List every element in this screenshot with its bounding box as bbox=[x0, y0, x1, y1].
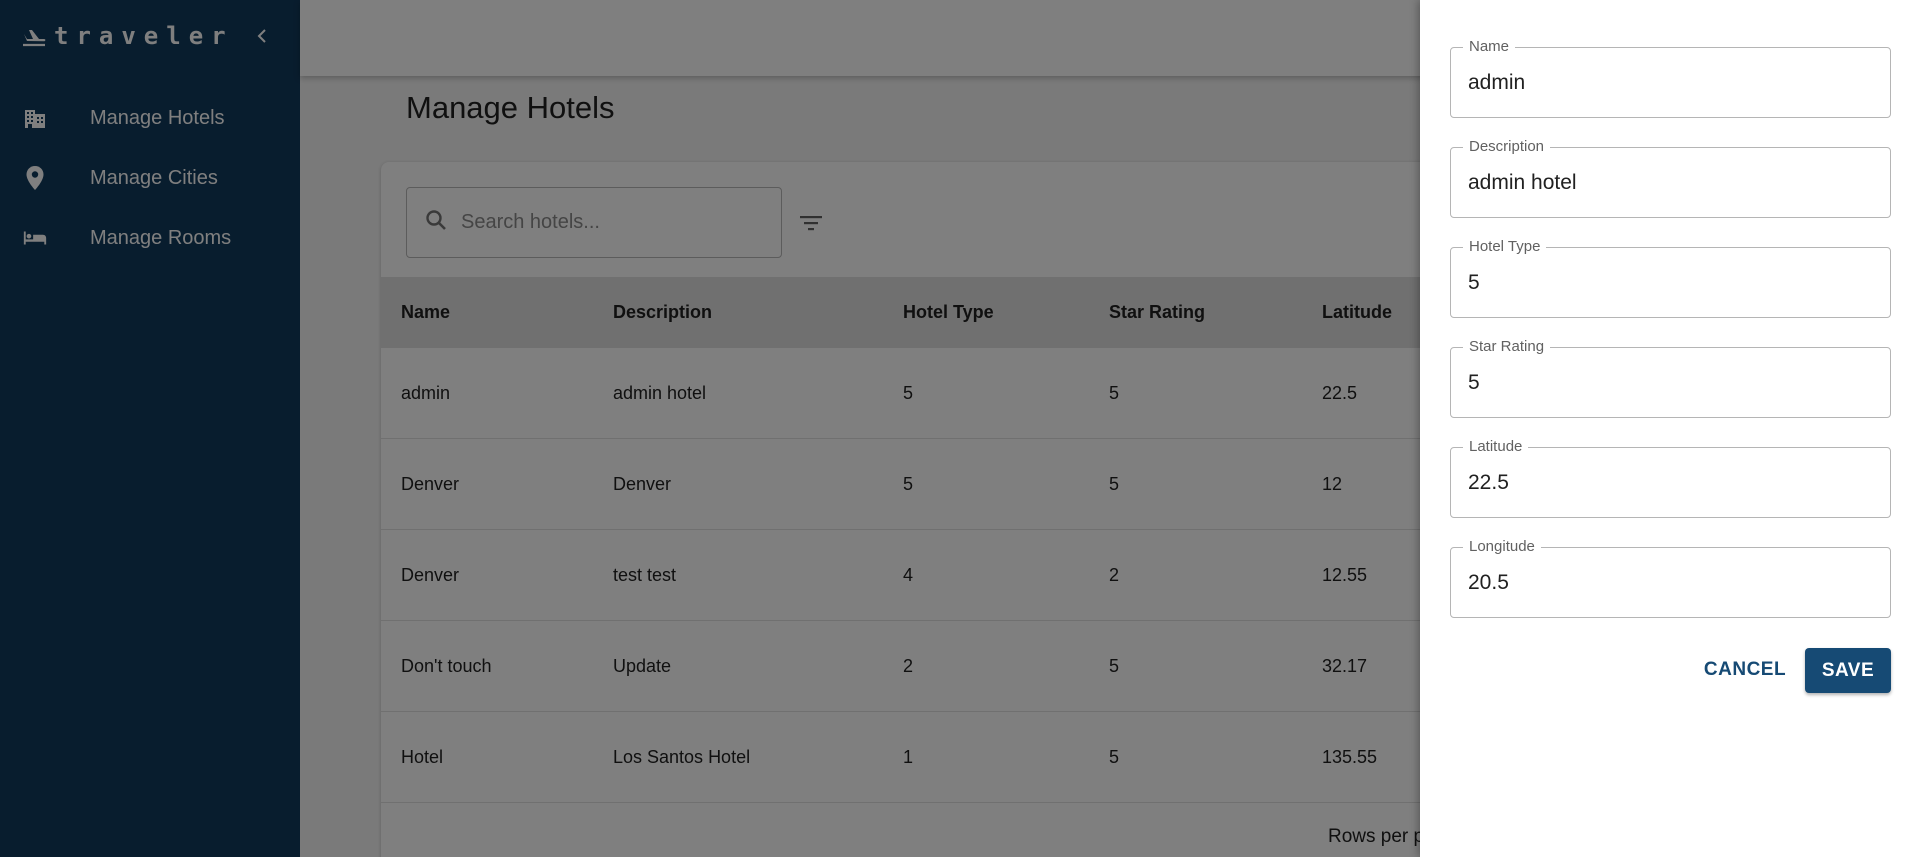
cancel-button[interactable]: CANCEL bbox=[1702, 648, 1788, 692]
star-rating-input[interactable] bbox=[1468, 368, 1868, 398]
hotel-type-input[interactable] bbox=[1468, 268, 1868, 298]
save-button[interactable]: SAVE bbox=[1805, 648, 1891, 693]
name-field: Name bbox=[1450, 38, 1891, 118]
field-label: Description bbox=[1463, 138, 1551, 156]
name-input[interactable] bbox=[1468, 68, 1868, 98]
edit-hotel-drawer: Name Description Hotel Type Star Rating … bbox=[1420, 0, 1916, 857]
field-label: Star Rating bbox=[1463, 338, 1551, 356]
field-label: Latitude bbox=[1463, 438, 1529, 456]
longitude-field: Longitude bbox=[1450, 538, 1891, 618]
description-field: Description bbox=[1450, 138, 1891, 218]
hotel-type-field: Hotel Type bbox=[1450, 238, 1891, 318]
latitude-field: Latitude bbox=[1450, 438, 1891, 518]
description-input[interactable] bbox=[1468, 168, 1868, 198]
field-label: Hotel Type bbox=[1463, 238, 1547, 256]
field-label: Longitude bbox=[1463, 538, 1541, 556]
latitude-input[interactable] bbox=[1468, 468, 1868, 498]
star-rating-field: Star Rating bbox=[1450, 338, 1891, 418]
field-label: Name bbox=[1463, 38, 1516, 56]
longitude-input[interactable] bbox=[1468, 568, 1868, 598]
